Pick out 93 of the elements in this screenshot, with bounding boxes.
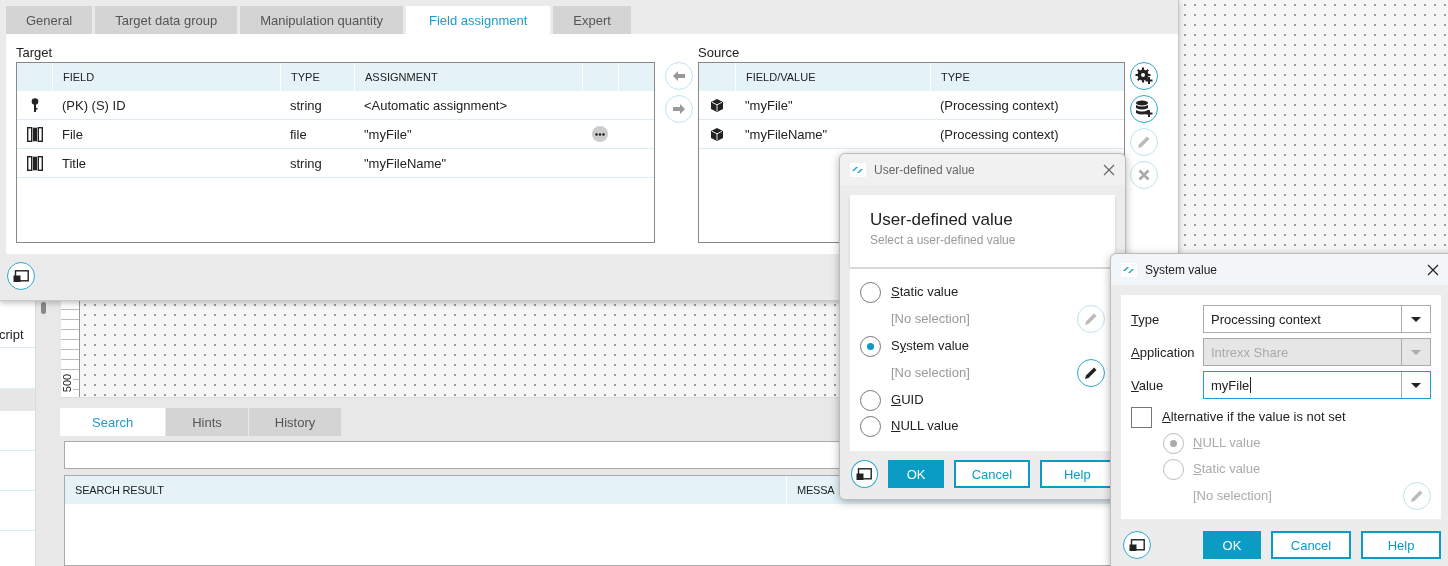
column-header: ASSIGNMENT	[354, 63, 582, 91]
caret-icon	[1411, 349, 1421, 355]
option-value: [No selection]	[891, 364, 971, 382]
option-label[interactable]: System value	[891, 333, 1068, 359]
column-header: SEARCH RESULT	[65, 476, 787, 504]
section-title: Target	[16, 45, 54, 62]
dropdown-field[interactable]: myFile	[1203, 371, 1431, 399]
table-cell-text: File	[61, 126, 84, 142]
window-button[interactable]	[7, 262, 35, 290]
dialog-heading: User-defined value	[870, 209, 1014, 231]
delete-icon	[1138, 169, 1150, 181]
tab[interactable]: Manipulation quantity	[240, 6, 403, 34]
radio-button[interactable]	[1163, 458, 1184, 480]
radio-button[interactable]	[860, 389, 881, 411]
scrollbar-thumb[interactable]	[41, 302, 46, 314]
window-button[interactable]	[851, 460, 878, 488]
tab[interactable]: General	[6, 6, 93, 34]
window-icon	[1129, 538, 1145, 552]
arrow-right-icon	[673, 104, 685, 114]
app-logo-icon	[850, 162, 866, 177]
field-label: Value	[1131, 377, 1165, 393]
table-cell-text: string	[289, 155, 323, 171]
column-header: MESSA	[796, 484, 835, 496]
table-cell-text: file	[289, 126, 308, 142]
option-label[interactable]: Static value	[891, 279, 1068, 305]
bars-icon	[26, 126, 43, 142]
dialog-button[interactable]: Help	[1361, 531, 1441, 559]
cube-icon	[711, 98, 723, 112]
arrow-left-icon	[673, 71, 685, 81]
edit-button[interactable]	[1077, 359, 1105, 387]
pencil-icon	[1084, 366, 1098, 380]
dialog-subtitle: Select a user-defined value	[870, 233, 1017, 247]
tab[interactable]: Field assignment	[406, 6, 551, 34]
option-value: [No selection]	[1193, 487, 1272, 505]
bars-icon	[26, 155, 43, 171]
key-icon	[30, 98, 39, 112]
option-label[interactable]: NULL value	[891, 413, 1068, 439]
option-label[interactable]: GUID	[891, 387, 1068, 413]
dropdown-field[interactable]: Processing context	[1203, 305, 1431, 333]
column-header: FIELD	[52, 63, 280, 91]
table-cell-text: (Processing context)	[939, 126, 1060, 142]
pencil-icon	[1410, 489, 1424, 503]
panel-tab[interactable]: Hints	[166, 408, 248, 436]
table-cell-text: <Automatic assignment>	[363, 97, 509, 113]
pencil-icon	[1084, 312, 1098, 326]
field-label: Application	[1131, 344, 1196, 360]
add-database-button[interactable]	[1130, 95, 1158, 123]
gear-plus-icon	[1135, 67, 1153, 85]
column-header: FIELD/VALUE	[735, 63, 930, 91]
app-logo-icon	[1121, 262, 1137, 277]
radio-button[interactable]	[860, 335, 881, 357]
table-cell-text: Title	[61, 155, 88, 171]
column-header: TYPE	[930, 63, 1124, 91]
window-icon	[856, 467, 873, 481]
dialog-title: User-defined value	[874, 162, 976, 177]
field-label: Type	[1131, 311, 1161, 327]
table-cell-text: string	[289, 97, 323, 113]
table-cell-text: (PK) (S) ID	[61, 97, 127, 113]
window-icon	[13, 269, 29, 283]
section-title: Source	[698, 45, 741, 62]
table-cell-text: "myFileName"	[363, 155, 448, 171]
add-gear-button[interactable]	[1130, 62, 1158, 90]
tab[interactable]: Target data group	[95, 6, 238, 34]
dialog-button[interactable]: OK	[1203, 531, 1261, 559]
table-cell-text: "myFile"	[363, 126, 413, 142]
tab[interactable]: Expert	[553, 6, 631, 34]
close-icon[interactable]	[1427, 263, 1439, 276]
panel-tab[interactable]: History	[248, 408, 342, 436]
dialog-button[interactable]: Cancel	[1271, 531, 1351, 559]
panel-tab[interactable]: Search	[60, 408, 166, 436]
sidebar-item[interactable]: cript	[0, 327, 24, 342]
checkbox-label[interactable]: Alternative if the value is not set	[1162, 404, 1346, 430]
dialog-button[interactable]: OK	[887, 460, 945, 488]
cube-icon	[711, 127, 723, 141]
caret-icon	[1411, 382, 1421, 388]
table-cell-text: "myFile"	[744, 97, 794, 113]
checkbox[interactable]	[1131, 406, 1152, 428]
more-button[interactable]	[592, 126, 608, 142]
dialog-button[interactable]: Cancel	[954, 460, 1030, 488]
dialog-title: System value	[1145, 262, 1219, 277]
radio-button[interactable]	[860, 415, 881, 437]
radio-button[interactable]	[860, 281, 881, 303]
column-header: TYPE	[280, 63, 354, 91]
window-button[interactable]	[1123, 531, 1151, 559]
pencil-icon	[1137, 135, 1151, 149]
table-cell-text: (Processing context)	[939, 97, 1060, 113]
option-value: [No selection]	[891, 310, 971, 328]
caret-icon	[1411, 316, 1421, 322]
database-plus-icon	[1135, 100, 1153, 118]
radio-button[interactable]	[1163, 432, 1184, 454]
more-icon	[595, 132, 605, 136]
table-cell-text: "myFileName"	[744, 126, 829, 142]
ruler-label: 500	[61, 373, 74, 393]
